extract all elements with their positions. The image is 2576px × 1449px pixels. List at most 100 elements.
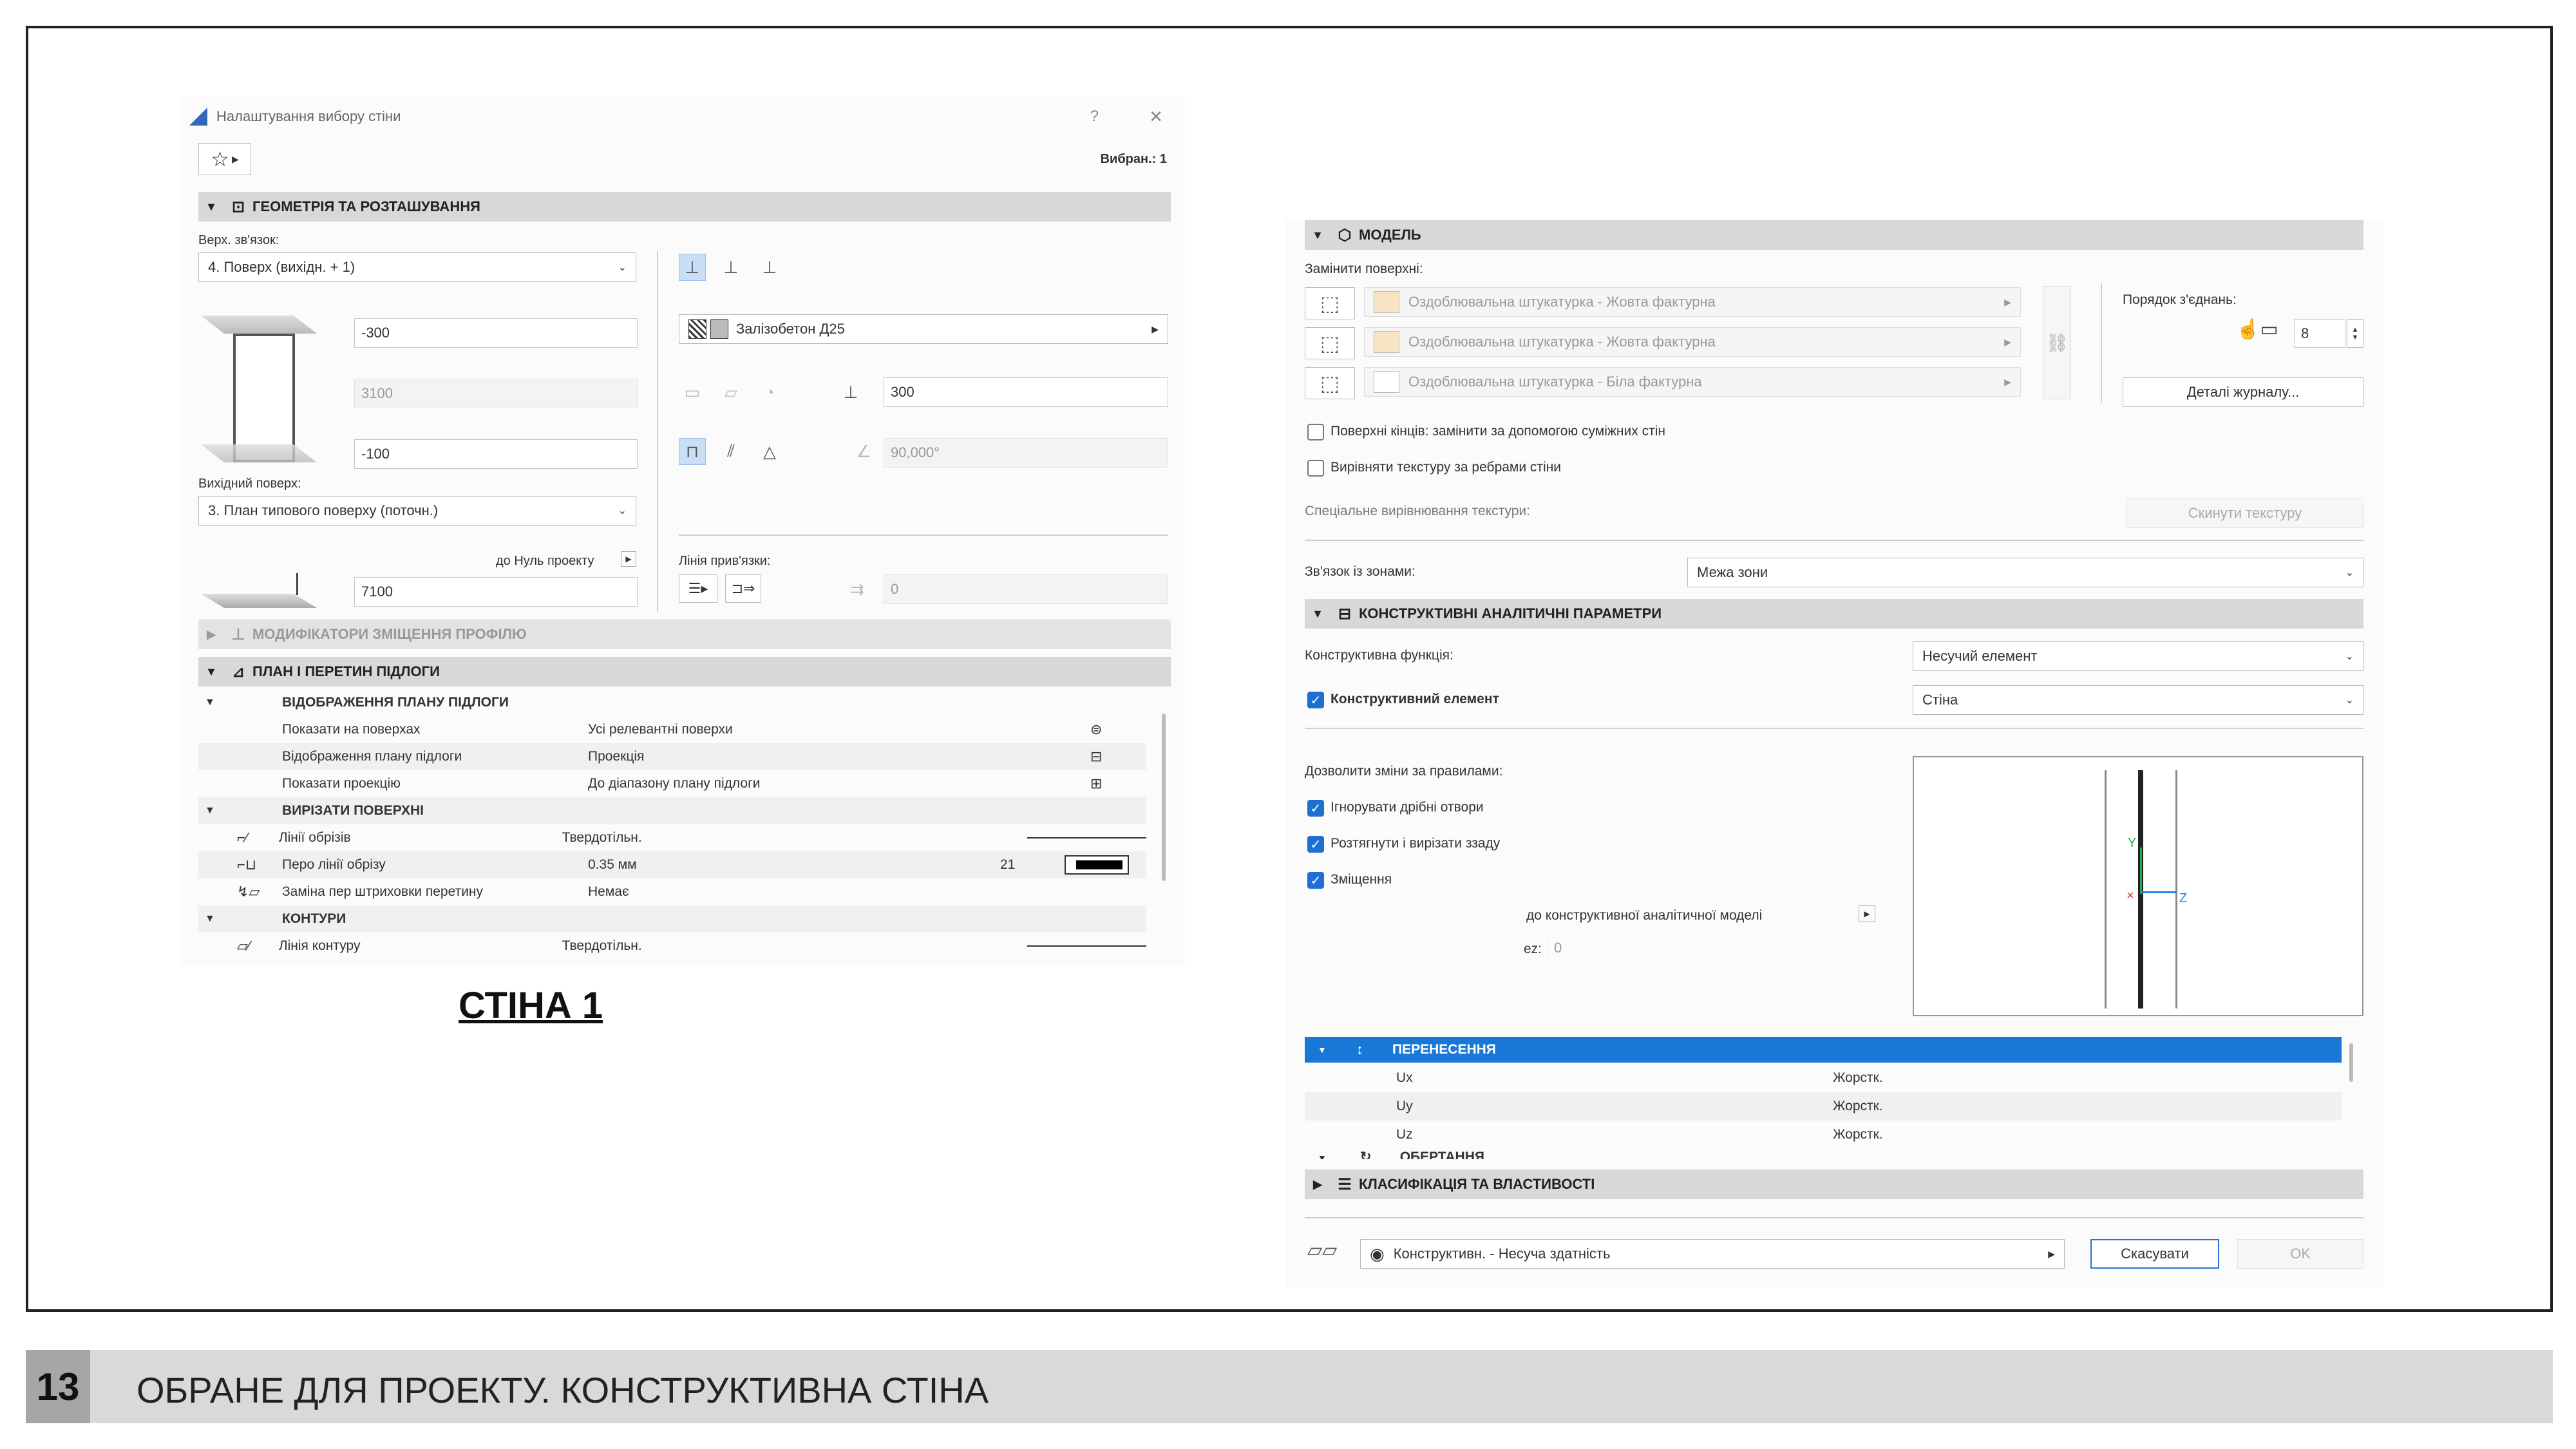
cancel-button[interactable]: Скасувати: [2090, 1239, 2219, 1269]
wall-trapezoid-icon[interactable]: ⊥: [717, 254, 744, 281]
table-row[interactable]: ⌐∕ Лінії обрізів Твердотільн.: [198, 824, 1146, 851]
table-row[interactable]: ⌐⊔ Перо лінії обрізу 0.35 мм 21: [198, 851, 1146, 878]
table-row[interactable]: Uy Жорстк.: [1305, 1092, 2342, 1121]
wall-double-inclined-icon[interactable]: △: [756, 438, 783, 465]
section-profile-modifiers[interactable]: ▶ ⊥ МОДИФІКАТОРИ ЗМІЩЕННЯ ПРОФІЛЮ: [198, 620, 1171, 649]
favorites-button[interactable]: ☆ ▶: [198, 143, 251, 175]
reference-line-label: Лінія прив'язки:: [679, 554, 771, 568]
hand-pointer-icon: ☝▭: [2236, 319, 2278, 340]
footer-bar: 13 ОБРАНЕ ДЛЯ ПРОЕКТУ. КОНСТРУКТИВНА СТІ…: [26, 1350, 2553, 1423]
layer-select[interactable]: ◉ Конструктивн. - Несуча здатність ▶: [1360, 1239, 2065, 1269]
wall-line: [2105, 770, 2107, 1009]
join-order-field[interactable]: 8: [2294, 319, 2345, 348]
y-axis-label: Y: [2128, 836, 2137, 850]
structural-element-select[interactable]: Стіна ⌄: [1913, 685, 2363, 715]
wall-curved-icon[interactable]: ◔: [756, 379, 783, 406]
table-row-partial[interactable]: ▼ ↻ ОБЕРТАННЯ: [1305, 1149, 2342, 1159]
reference-line-select[interactable]: ☰▸: [679, 574, 717, 603]
chain-link-icon[interactable]: ⛓: [2043, 286, 2071, 399]
transfer-header-row[interactable]: ▼ ↕ ПЕРЕНЕСЕННЯ: [1305, 1037, 2342, 1063]
zones-select[interactable]: Межа зони ⌄: [1687, 558, 2363, 587]
ok-button[interactable]: OK: [2237, 1239, 2363, 1269]
chevron-down-icon: ⌄: [618, 506, 627, 516]
top-link-label: Верх. зв'язок:: [198, 233, 279, 247]
title-bar[interactable]: Налаштування вибору стіни ? ✕: [189, 102, 1176, 131]
section-floor-plan[interactable]: ▼ ⊿ ПЛАН І ПЕРЕТИН ПІДЛОГИ: [198, 657, 1171, 687]
table-row[interactable]: Відображення плану підлоги Проекція ⊟: [198, 743, 1146, 770]
thickness-field[interactable]: 300: [884, 377, 1168, 407]
override-surfaces-label: Замінити поверхні:: [1305, 261, 1423, 276]
layer-icon: ▱▱: [1307, 1240, 1338, 1261]
height-field[interactable]: 3100: [354, 379, 638, 408]
surface-select[interactable]: Оздоблювальна штукатурка - Біла фактурна…: [1364, 367, 2021, 397]
wall-slanted-icon[interactable]: ▱: [717, 379, 744, 406]
table-scrollbar[interactable]: [1162, 714, 1166, 881]
table-row[interactable]: ▼ ВИРІЗАТИ ПОВЕРХНІ: [198, 797, 1146, 824]
cube-inside-icon[interactable]: ⬚: [1305, 367, 1355, 399]
extend-cut-checkbox[interactable]: ✓: [1307, 836, 1324, 853]
chevron-right-icon[interactable]: ▶: [621, 551, 636, 567]
surface-select[interactable]: Оздоблювальна штукатурка - Жовта фактурн…: [1364, 327, 2021, 357]
structural-element-checkbox[interactable]: ✓: [1307, 692, 1324, 708]
ez-field[interactable]: 0: [1547, 934, 1875, 962]
table-row[interactable]: ▱∕ Лінія контуру Твердотільн.: [198, 933, 1146, 960]
table-row[interactable]: Ux Жорстк.: [1305, 1064, 2342, 1092]
solid-line-sample: [1027, 945, 1146, 947]
section-structural[interactable]: ▼ ⊟ КОНСТРУКТИВНІ АНАЛІТИЧНІ ПАРАМЕТРИ: [1305, 599, 2363, 629]
top-link-select[interactable]: 4. Поверх (вихідн. + 1) ⌄: [198, 252, 636, 282]
table-row[interactable]: ↯▱ Заміна пер штриховки перетину Немає: [198, 878, 1146, 905]
model-icon: ⬡: [1338, 226, 1352, 244]
bottom-offset-field[interactable]: -100: [354, 439, 638, 469]
section-model[interactable]: ▼ ⬡ МОДЕЛЬ: [1305, 220, 2363, 250]
ignore-openings-checkbox[interactable]: ✓: [1307, 800, 1324, 817]
pen-weight-swatch[interactable]: [1065, 855, 1129, 875]
structural-icon: ⊟: [1338, 605, 1352, 623]
table-row[interactable]: ▼ КОНТУРИ: [198, 905, 1146, 933]
table-row[interactable]: ▼ ВІДОБРАЖЕННЯ ПЛАНУ ПІДЛОГИ: [198, 689, 1146, 716]
slide-title: ОБРАНЕ ДЛЯ ПРОЕКТУ. КОНСТРУКТИВНА СТІНА: [137, 1370, 989, 1410]
wall-straight-icon[interactable]: ⊥: [679, 254, 706, 281]
projection-icon: ⊟: [1090, 748, 1103, 764]
surface-swatch: [1374, 371, 1399, 393]
outline-icon: ▱∕: [237, 938, 251, 954]
chevron-right-icon: ▶: [2004, 296, 2011, 307]
divider: [679, 535, 1168, 536]
structural-function-label: Конструктивна функція:: [1305, 648, 1454, 663]
table-scrollbar[interactable]: [2349, 1043, 2353, 1082]
reset-texture-button[interactable]: Скинути текстуру: [2126, 498, 2363, 528]
material-select[interactable]: Залізобетон Д25 ▶: [679, 314, 1168, 344]
elevation-field[interactable]: 7100: [354, 577, 638, 607]
reference-offset-field[interactable]: 0: [884, 574, 1168, 604]
chevron-right-icon[interactable]: ▶: [1859, 905, 1875, 922]
chevron-down-icon: ⌄: [2345, 651, 2354, 662]
wall-polygonal-icon[interactable]: ⊥: [756, 254, 783, 281]
cube-top-icon[interactable]: ⬚: [1305, 287, 1355, 319]
top-offset-field[interactable]: -300: [354, 318, 638, 348]
join-order-stepper[interactable]: ▲ ▼: [2347, 319, 2363, 348]
angle-field[interactable]: 90,000°: [884, 438, 1168, 468]
to-model-link[interactable]: до конструктивної аналітичної моделі: [1526, 908, 1762, 923]
help-button[interactable]: ?: [1090, 108, 1099, 126]
offset-checkbox[interactable]: ✓: [1307, 872, 1324, 889]
table-row[interactable]: Показати на поверхах Усі релевантні пове…: [198, 716, 1146, 743]
structural-function-select[interactable]: Несучий елемент ⌄: [1913, 641, 2363, 671]
geometry-icon: ⊡: [231, 198, 245, 216]
end-surfaces-checkbox[interactable]: [1307, 424, 1324, 440]
align-texture-checkbox[interactable]: [1307, 460, 1324, 477]
wall-flat-icon[interactable]: ▭: [679, 379, 706, 406]
to-project-zero-link[interactable]: до Нуль проекту: [496, 554, 594, 569]
ez-label: ez:: [1524, 942, 1542, 956]
reference-line-side-button[interactable]: ⊐⇒: [725, 574, 761, 603]
table-row[interactable]: Показати проекцію До діапазону плану під…: [198, 770, 1146, 797]
section-classification[interactable]: ▶ ☰ КЛАСИФІКАЦІЯ ТА ВЛАСТИВОСТІ: [1305, 1170, 2363, 1199]
table-row[interactable]: Uz Жорстк.: [1305, 1121, 2342, 1149]
cube-side-icon[interactable]: ⬚: [1305, 327, 1355, 359]
section-geometry[interactable]: ▼ ⊡ ГЕОМЕТРІЯ ТА РОЗТАШУВАННЯ: [198, 192, 1171, 222]
wall-inclined-icon[interactable]: ⫽: [717, 438, 744, 465]
close-icon[interactable]: ✕: [1149, 107, 1163, 127]
log-details-button[interactable]: Деталі журналу...: [2123, 377, 2363, 407]
chevron-right-icon: ▶: [2048, 1248, 2055, 1259]
wall-vertical-icon[interactable]: ⊓: [679, 438, 706, 465]
home-story-select[interactable]: 3. План типового поверху (поточн.) ⌄: [198, 496, 636, 526]
surface-select[interactable]: Оздоблювальна штукатурка - Жовта фактурн…: [1364, 287, 2021, 317]
